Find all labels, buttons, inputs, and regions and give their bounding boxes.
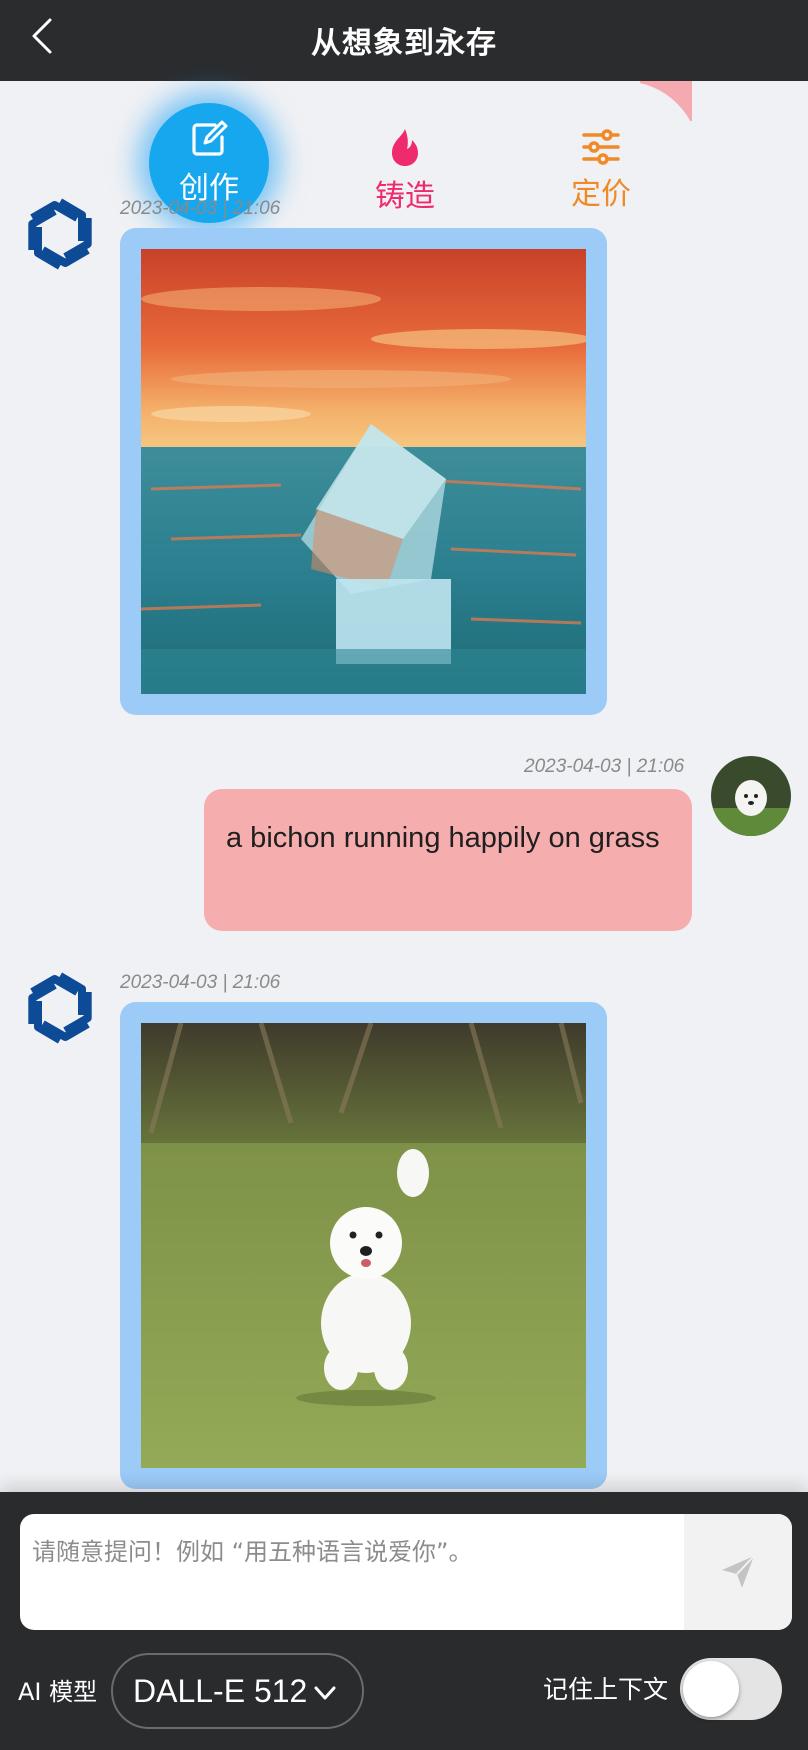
context-label: 记住上下文: [543, 1675, 669, 1704]
model-select[interactable]: DALL-E 512: [111, 1653, 364, 1729]
tab-price[interactable]: 定价: [541, 111, 661, 231]
toggle-knob: [683, 1661, 739, 1717]
message-timestamp: 2023-04-03 | 21:06: [524, 756, 685, 777]
chevron-down-icon: [314, 1686, 336, 1700]
model-value: DALL-E 512: [133, 1672, 308, 1709]
user-avatar-bichon: [711, 756, 791, 836]
bot-avatar: [20, 968, 100, 1048]
model-label: AI 模型: [18, 1678, 98, 1706]
sliders-icon: [582, 129, 620, 165]
tab-price-label: 定价: [571, 177, 631, 212]
image-message[interactable]: [120, 1002, 607, 1489]
openai-logo-icon: [28, 972, 92, 1044]
composer-bar: AI 模型 DALL-E 512 记住上下文: [0, 1492, 808, 1750]
context-toggle[interactable]: [680, 1658, 782, 1720]
bot-avatar: [20, 194, 100, 274]
flame-icon: [392, 129, 418, 166]
openai-logo-icon: [28, 198, 92, 270]
generated-image-bichon[interactable]: [141, 1023, 586, 1468]
generated-image-ice-cube[interactable]: [141, 249, 586, 694]
message-timestamp: 2023-04-03 | 21:06: [120, 972, 281, 993]
page-title: 从想象到永存: [311, 26, 497, 61]
tab-forge-label: 铸造: [375, 179, 435, 214]
send-button[interactable]: [684, 1514, 792, 1630]
prompt-input-box: [20, 1514, 792, 1630]
edit-icon: [192, 120, 228, 156]
tab-forge[interactable]: 铸造: [345, 111, 465, 231]
send-icon: [722, 1555, 755, 1588]
app-header: 从想象到永存: [0, 0, 808, 81]
user-avatar: [711, 756, 791, 836]
prompt-input[interactable]: [20, 1514, 684, 1630]
image-message[interactable]: [120, 228, 607, 715]
user-message-bubble: a bichon running happily on grass: [204, 789, 692, 931]
message-timestamp: 2023-04-03 | 21:06: [120, 198, 281, 219]
